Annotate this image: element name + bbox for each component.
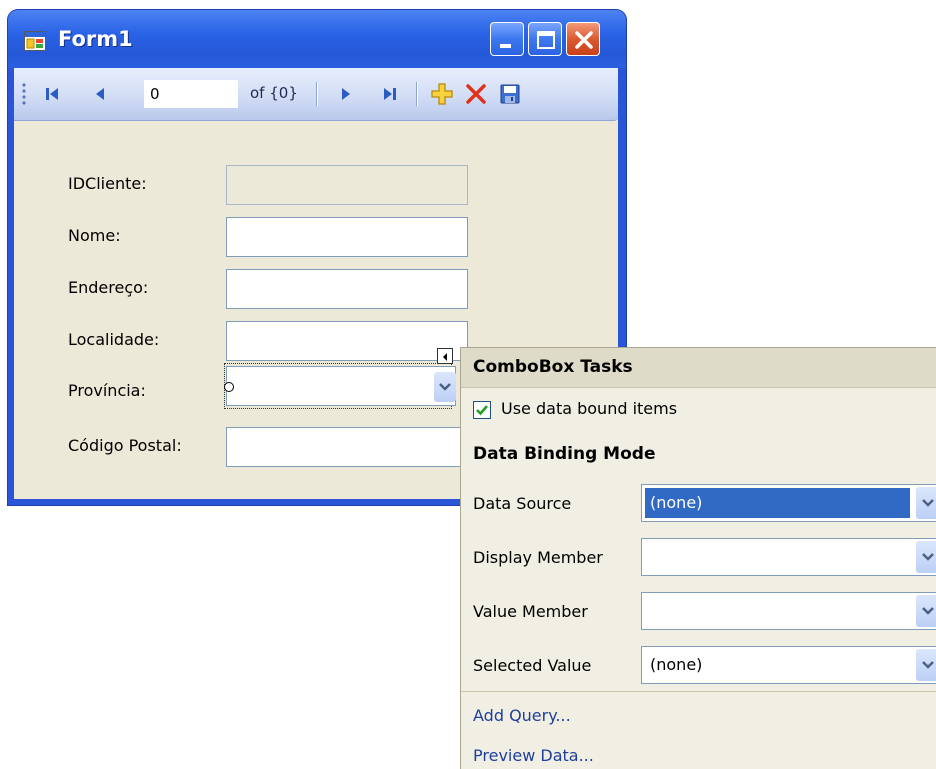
combobox-tasks-panel: ComboBox Tasks Use data bound items Data…: [460, 347, 936, 769]
chevron-down-icon: [439, 383, 451, 391]
minimize-button[interactable]: [490, 22, 524, 56]
display-member-label: Display Member: [473, 548, 603, 567]
selected-value-label: Selected Value: [473, 656, 592, 675]
move-previous-icon: [96, 88, 104, 100]
chevron-down-icon: [922, 553, 934, 561]
value-member-label: Value Member: [473, 602, 588, 621]
move-first-icon: [46, 88, 58, 100]
toolstrip-separator: [316, 82, 318, 106]
toolstrip-grip-icon[interactable]: [22, 82, 26, 106]
display-member-combobox[interactable]: [641, 538, 936, 576]
checkmark-icon: [476, 405, 488, 416]
nome-field[interactable]: [226, 217, 468, 257]
count-label: of {0}: [250, 84, 298, 102]
data-source-value: (none): [650, 493, 703, 512]
localidade-field[interactable]: [226, 321, 468, 361]
close-icon: [575, 31, 593, 49]
field-label-idcliente: IDCliente:: [68, 174, 147, 193]
chevron-down-icon: [922, 661, 934, 669]
move-last-button[interactable]: [374, 78, 406, 110]
title-bar[interactable]: Form1: [8, 10, 626, 68]
tasks-title: ComboBox Tasks: [473, 357, 633, 377]
resize-handle-icon[interactable]: [224, 382, 234, 392]
selected-value-value: (none): [650, 655, 703, 674]
use-data-bound-checkbox[interactable]: [473, 401, 491, 419]
add-query-link[interactable]: Add Query...: [473, 706, 571, 725]
move-next-button[interactable]: [330, 78, 362, 110]
save-icon: [500, 84, 520, 104]
add-new-button[interactable]: [426, 78, 458, 110]
toolstrip-separator: [416, 82, 418, 106]
save-button[interactable]: [494, 78, 526, 110]
screen: Form1 0 of {0} IDCliente: Nome: Endereço…: [0, 0, 936, 769]
maximize-button[interactable]: [528, 22, 562, 56]
provincia-dropdown-button[interactable]: [434, 372, 456, 402]
codigo-postal-field[interactable]: [226, 427, 468, 467]
data-source-dropdown-button[interactable]: [916, 487, 936, 519]
position-input[interactable]: [144, 80, 238, 108]
form-icon: [24, 31, 46, 51]
chevron-down-icon: [922, 607, 934, 615]
panel-divider: [461, 691, 936, 692]
value-member-combobox[interactable]: [641, 592, 936, 630]
field-label-nome: Nome:: [68, 226, 121, 245]
binding-navigator: of {0}: [14, 68, 618, 121]
selected-value-combobox[interactable]: (none): [641, 646, 936, 684]
move-next-icon: [342, 88, 350, 100]
smart-tag-button[interactable]: [437, 348, 453, 364]
idcliente-field: [226, 165, 468, 205]
selected-value-dropdown-button[interactable]: [916, 649, 936, 681]
close-button[interactable]: [566, 22, 600, 56]
data-source-label: Data Source: [473, 494, 572, 513]
window-title: Form1: [58, 27, 133, 51]
field-label-localidade: Localidade:: [68, 330, 160, 349]
field-label-provincia: Província:: [68, 381, 146, 400]
tasks-header: ComboBox Tasks: [461, 348, 936, 388]
use-data-bound-label[interactable]: Use data bound items: [501, 399, 677, 418]
provincia-combobox[interactable]: [226, 366, 456, 406]
endereco-field[interactable]: [226, 269, 468, 309]
delete-icon: [466, 84, 486, 104]
data-binding-mode-heading: Data Binding Mode: [473, 444, 656, 464]
field-label-endereco: Endereço:: [68, 278, 149, 297]
add-new-icon: [431, 83, 453, 105]
field-label-codigo-postal: Código Postal:: [68, 436, 182, 455]
collapse-arrow-icon: [443, 353, 447, 361]
move-first-button[interactable]: [36, 78, 68, 110]
display-member-dropdown-button[interactable]: [916, 541, 936, 573]
value-member-dropdown-button[interactable]: [916, 595, 936, 627]
move-previous-button[interactable]: [84, 78, 116, 110]
chevron-down-icon: [922, 499, 934, 507]
minimize-icon: [500, 44, 511, 48]
preview-data-link[interactable]: Preview Data...: [473, 746, 594, 765]
delete-button[interactable]: [460, 78, 492, 110]
move-last-icon: [384, 88, 396, 100]
data-source-combobox[interactable]: (none): [641, 484, 936, 522]
maximize-icon: [537, 31, 555, 49]
